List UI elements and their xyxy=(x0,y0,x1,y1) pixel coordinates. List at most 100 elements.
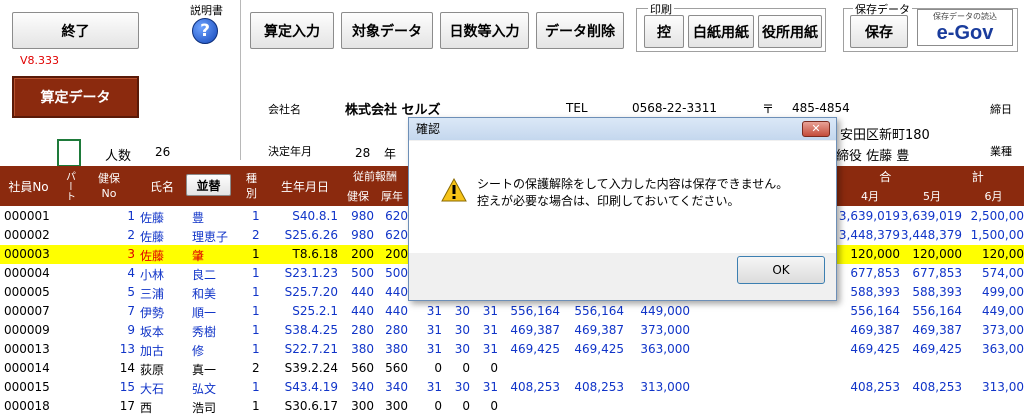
table-cell-emp: 000014 xyxy=(4,361,50,375)
tel-value: 0568-22-3311 xyxy=(632,101,718,115)
table-cell-d2: 0 xyxy=(462,361,470,375)
table-cell-t6: 373,00 xyxy=(982,323,1024,337)
table-cell-a2: 408,253 xyxy=(574,380,624,394)
table-cell-birth: S43.4.19 xyxy=(284,380,338,394)
table-cell-no: 4 xyxy=(127,266,135,280)
dialog-message-line2: 控えが必要な場合は、印刷しておいてください。 xyxy=(477,194,740,208)
target-data-button[interactable]: 対象データ xyxy=(341,12,433,49)
table-cell-kp: 280 xyxy=(351,323,374,337)
table-cell-sur: 三浦 xyxy=(140,287,165,301)
table-cell-t4: 120,000 xyxy=(850,247,900,261)
version-label: V8.333 xyxy=(20,54,60,67)
postal-code: 485-4854 xyxy=(792,101,850,115)
table-cell-no: 3 xyxy=(127,247,135,261)
divider xyxy=(240,0,241,160)
table-cell-a3: 363,000 xyxy=(640,342,690,356)
table-cell-emp: 000013 xyxy=(4,342,50,356)
table-cell-birth: S39.2.24 xyxy=(284,361,338,375)
print-blank-button[interactable]: 白紙用紙 xyxy=(688,15,754,48)
part-marker xyxy=(57,245,81,264)
table-row[interactable]: 000009 9 坂本 秀樹 1 S38.4.25 280 280 31 30 31 469,387 4… xyxy=(0,321,1024,340)
table-cell-birth: S40.8.1 xyxy=(292,209,338,223)
table-cell-giv: 良二 xyxy=(192,268,217,282)
table-cell-kind: 1 xyxy=(252,285,260,299)
delete-data-button[interactable]: データ削除 xyxy=(536,12,624,49)
table-cell-sur: 西 xyxy=(140,401,153,415)
table-cell-d2: 30 xyxy=(454,342,470,356)
decision-label: 決定年月 xyxy=(268,145,312,158)
table-cell-kind: 2 xyxy=(252,228,260,242)
table-cell-ky: 380 xyxy=(385,342,408,356)
col-total-right: 計 xyxy=(971,169,984,184)
table-cell-emp: 000018 xyxy=(4,399,50,413)
days-input-button[interactable]: 日数等入力 xyxy=(440,12,529,49)
col-total-left: 合 xyxy=(879,169,892,184)
table-cell-kp: 560 xyxy=(351,361,374,375)
table-cell-kp: 380 xyxy=(351,342,374,356)
table-cell-d3: 0 xyxy=(490,399,498,413)
sort-button[interactable]: 並替 xyxy=(186,174,231,196)
table-cell-a3: 449,000 xyxy=(640,304,690,318)
exit-button[interactable]: 終了 xyxy=(12,12,139,49)
table-cell-kp: 440 xyxy=(351,304,374,318)
table-cell-t4: 588,393 xyxy=(850,285,900,299)
table-cell-ky: 300 xyxy=(385,399,408,413)
print-office-button[interactable]: 役所用紙 xyxy=(758,15,822,48)
postal-mark: 〒 xyxy=(762,102,775,116)
table-row[interactable]: 000007 7 伊勢 順一 1 S25.2.1 440 440 31 30 31 556,164 55… xyxy=(0,302,1024,321)
table-cell-d1: 31 xyxy=(426,380,442,394)
table-cell-d1: 31 xyxy=(426,323,442,337)
table-cell-emp: 000007 xyxy=(4,304,50,318)
table-cell-kp: 440 xyxy=(351,285,374,299)
print-copy-button[interactable]: 控 xyxy=(644,15,684,48)
col-birth: 生年月日 xyxy=(269,166,341,206)
table-cell-no: 2 xyxy=(127,228,135,242)
table-cell-sur: 佐藤 xyxy=(140,249,165,263)
table-row[interactable]: 000013 13 加古 修 1 S22.7.21 380 380 31 30 31 469,425 4… xyxy=(0,340,1024,359)
egov-button[interactable]: 保存データの読込 e-Gov xyxy=(917,9,1013,46)
selected-cell[interactable] xyxy=(57,139,81,167)
col-prev-reward: 従前報酬 xyxy=(341,166,409,186)
table-cell-t6: 313,00 xyxy=(982,380,1024,394)
table-cell-kind: 1 xyxy=(252,247,260,261)
table-row[interactable]: 000018 17 西 浩司 1 S30.6.17 300 300 0 0 0 xyxy=(0,397,1024,416)
table-cell-kind: 2 xyxy=(252,361,260,375)
ok-button[interactable]: OK xyxy=(737,256,825,284)
table-cell-a2: 469,425 xyxy=(574,342,624,356)
table-cell-no: 13 xyxy=(119,342,135,356)
table-cell-birth: S30.6.17 xyxy=(284,399,338,413)
table-row[interactable]: 000015 15 大石 弘文 1 S43.4.19 340 340 31 30 31 408,253… xyxy=(0,378,1024,397)
calc-data-button[interactable]: 算定データ xyxy=(12,76,139,118)
table-cell-kind: 1 xyxy=(252,342,260,356)
table-cell-kind: 1 xyxy=(252,304,260,318)
calc-input-button[interactable]: 算定入力 xyxy=(250,12,334,49)
egov-logo: e-Gov xyxy=(936,22,994,44)
table-cell-birth: S38.4.25 xyxy=(284,323,338,337)
table-cell-t5: 3,448,379 xyxy=(900,228,962,242)
table-cell-t5: 469,425 xyxy=(912,342,962,356)
table-cell-giv: 真一 xyxy=(192,363,217,377)
company-name: 株式会社 セルズ xyxy=(345,103,441,118)
table-cell-a2: 556,164 xyxy=(574,304,624,318)
tel-label: TEL xyxy=(566,101,588,115)
warning-icon xyxy=(441,178,467,202)
save-button[interactable]: 保存 xyxy=(850,15,908,48)
address-value: 安田区新町180 xyxy=(840,128,930,143)
table-cell-ky: 560 xyxy=(385,361,408,375)
col-kind-label: 種別 xyxy=(246,172,257,200)
dialog-body: シートの保護解除をして入力した内容は保存できません。 控えが必要な場合は、印刷し… xyxy=(409,141,836,253)
table-cell-no: 17 xyxy=(119,399,135,413)
table-cell-birth: S23.1.23 xyxy=(284,266,338,280)
table-cell-a1: 556,164 xyxy=(510,304,560,318)
col-emp-no: 社員No xyxy=(0,166,57,206)
table-row[interactable]: 000014 14 荻原 真一 2 S39.2.24 560 560 0 0 0 xyxy=(0,359,1024,378)
table-cell-sur: 小林 xyxy=(140,268,165,282)
table-cell-kind: 1 xyxy=(252,266,260,280)
table-cell-ky: 500 xyxy=(385,266,408,280)
table-cell-giv: 弘文 xyxy=(192,382,217,396)
help-icon[interactable]: ? xyxy=(192,18,218,44)
representative: 締役 佐藤 豊 xyxy=(836,149,910,164)
manual-label: 説明書 xyxy=(190,4,223,17)
table-cell-emp: 000001 xyxy=(4,209,50,223)
close-button[interactable]: ✕ xyxy=(802,121,830,137)
